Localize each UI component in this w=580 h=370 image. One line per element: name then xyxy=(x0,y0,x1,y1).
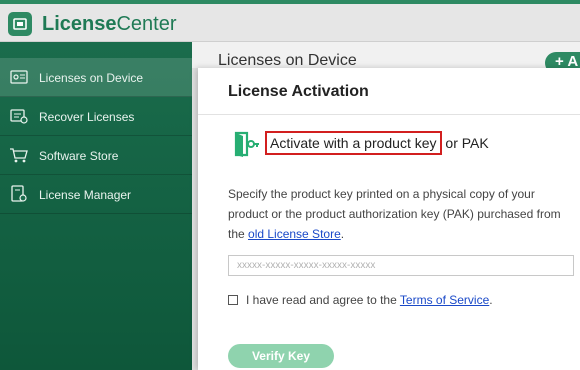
sidebar-item-label: Licenses on Device xyxy=(39,71,144,85)
title-bar: LicenseCenter xyxy=(0,4,580,42)
agree-terms-checkbox[interactable] xyxy=(228,295,238,305)
license-activation-dialog: License Activation Activate with a produ… xyxy=(198,68,580,370)
activation-method: Activate with a product key or PAK xyxy=(265,131,489,155)
activation-description: Specify the product key printed on a phy… xyxy=(228,187,561,241)
shopping-cart-icon xyxy=(10,148,28,163)
app-title: LicenseCenter xyxy=(42,13,177,35)
sidebar-item-license-manager[interactable]: License Manager xyxy=(0,175,192,214)
sidebar-item-label: License Manager xyxy=(39,188,132,202)
door-key-icon xyxy=(234,131,259,157)
dialog-title: License Activation xyxy=(228,83,369,100)
sidebar-item-label: Software Store xyxy=(39,149,119,163)
terms-of-service-link[interactable]: Terms of Service xyxy=(400,293,489,307)
sidebar: Licenses on Device Recover Licenses Soft… xyxy=(0,42,192,370)
product-key-input[interactable] xyxy=(228,255,574,276)
activate-with-product-key-option[interactable]: Activate with a product key xyxy=(265,131,442,155)
app-logo-icon xyxy=(8,12,32,36)
license-card-icon xyxy=(10,70,28,84)
sidebar-item-licenses-on-device[interactable]: Licenses on Device xyxy=(0,58,192,97)
sidebar-item-software-store[interactable]: Software Store xyxy=(0,136,192,175)
recover-licenses-icon xyxy=(10,109,28,124)
activate-alt-text: or PAK xyxy=(441,135,489,151)
verify-key-button[interactable]: Verify Key xyxy=(228,344,334,368)
sidebar-item-label: Recover Licenses xyxy=(39,110,135,124)
license-manager-icon xyxy=(11,185,27,202)
dialog-divider xyxy=(198,114,580,115)
sidebar-item-recover-licenses[interactable]: Recover Licenses xyxy=(0,97,192,136)
old-license-store-link[interactable]: old License Store xyxy=(248,227,341,241)
terms-agreement-row: I have read and agree to the Terms of Se… xyxy=(228,293,493,307)
